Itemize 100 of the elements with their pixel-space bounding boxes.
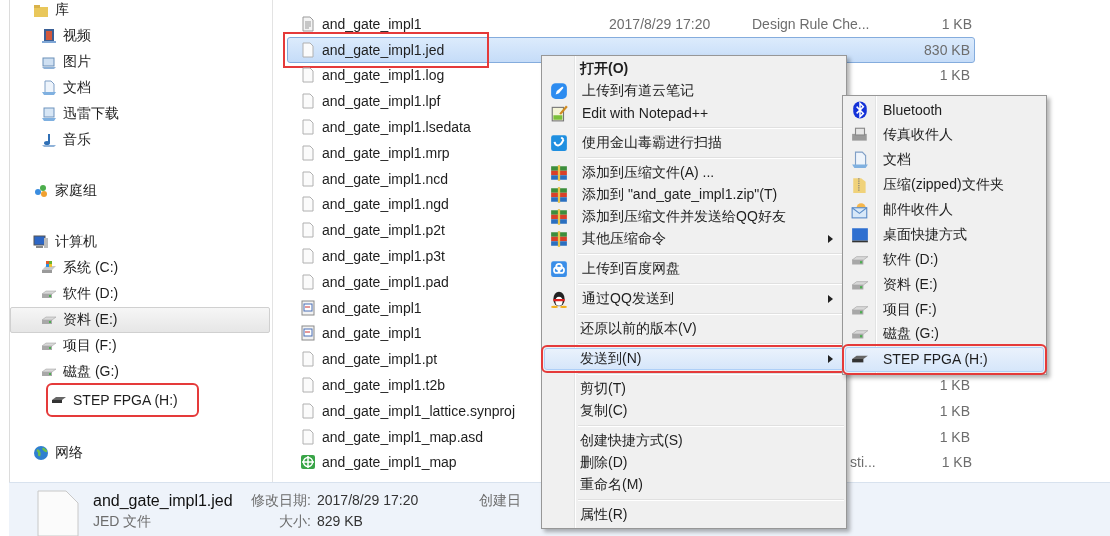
zip-folder-icon — [851, 176, 869, 195]
type-cell: sti... — [850, 454, 876, 471]
sidebar-item[interactable]: 库 — [10, 0, 270, 23]
menu-item[interactable]: 添加到压缩文件(A) ... — [544, 162, 844, 184]
menu-item[interactable]: 项目 (F:) — [845, 297, 1044, 322]
file-name[interactable]: and_gate_impl1 — [288, 15, 609, 32]
menu-item[interactable]: 复制(C) — [544, 400, 844, 422]
menu-item[interactable]: STEP FPGA (H:) — [845, 346, 1044, 372]
file-icon — [300, 273, 316, 290]
size-cell-text: 1 KB — [938, 428, 971, 445]
penguin-icon — [550, 290, 568, 308]
film-icon — [41, 28, 57, 44]
menu-item[interactable]: 桌面快捷方式 — [845, 222, 1044, 248]
target-icon — [300, 454, 316, 471]
document-icon — [851, 151, 869, 170]
sidebar-item[interactable]: 迅雷下载 — [10, 101, 270, 127]
field-label: 大小: — [279, 513, 311, 531]
file-icon — [300, 41, 316, 58]
picture-icon — [41, 54, 57, 70]
file-icon — [300, 402, 316, 419]
file-name: and_gate_impl1.jed — [93, 492, 234, 510]
size-cell-text: 1 KB — [940, 454, 973, 471]
file-icon — [300, 222, 316, 239]
menu-item[interactable]: Bluetooth — [845, 98, 1044, 123]
size-cell-text: 1 KB — [938, 67, 971, 84]
field-value: 2017/8/29 17:20 — [317, 492, 420, 510]
sidebar-item[interactable]: 计算机 — [10, 229, 270, 255]
size-cell-text: 1 KB — [938, 377, 971, 394]
menu-item[interactable]: 传真收件人 — [845, 122, 1044, 148]
cloud-icon — [550, 260, 568, 278]
file-name[interactable]: and_gate_impl1.jed — [286, 34, 486, 65]
file-icon — [300, 93, 316, 110]
sidebar-item[interactable]: STEP FPGA (H:) — [50, 387, 195, 413]
file-icon — [300, 351, 316, 368]
date-cell: 2017/8/29 17:20 — [609, 15, 711, 32]
file-icon — [300, 377, 316, 394]
menu-item[interactable]: 添加到压缩文件并发送给QQ好友 — [544, 206, 844, 228]
file-icon — [300, 119, 316, 136]
size-cell-text: 1 KB — [940, 15, 973, 32]
sidebar-item[interactable]: 视频 — [10, 23, 270, 49]
menu-item[interactable]: 添加到 "and_gate_impl1.zip"(T) — [544, 184, 844, 206]
sidebar-item[interactable]: 系统 (C:) — [10, 255, 270, 281]
file-icon — [300, 248, 316, 265]
drive-icon — [41, 260, 57, 276]
menu-item[interactable]: 邮件收件人 — [845, 197, 1044, 223]
file-icon — [300, 170, 316, 187]
books-icon — [550, 208, 568, 226]
computer-icon — [33, 234, 49, 250]
type-cell-text: Design Rule Che... — [752, 15, 871, 32]
menu-item[interactable]: 上传到百度网盘 — [544, 258, 844, 280]
menu-item[interactable]: 文档 — [845, 147, 1044, 173]
pencil-icon — [550, 82, 568, 100]
menu-item[interactable]: 重命名(M) — [544, 474, 844, 496]
form-icon — [300, 325, 316, 342]
sidebar-item[interactable]: 家庭组 — [10, 178, 270, 204]
sidebar-item[interactable]: 图片 — [10, 49, 270, 75]
menu-item[interactable]: 发送到(N) — [544, 348, 844, 370]
sidebar-item[interactable]: 网络 — [10, 440, 270, 466]
sidebar-item[interactable]: 磁盘 (G:) — [10, 359, 270, 385]
document-icon — [41, 80, 57, 96]
music-note-icon — [41, 132, 57, 148]
menu-item[interactable]: 剪切(T) — [544, 378, 844, 400]
menu-item[interactable]: 磁盘 (G:) — [845, 322, 1044, 347]
folder-icon — [33, 2, 49, 18]
file-type: JED 文件 — [93, 513, 153, 531]
notepad-icon — [550, 104, 568, 122]
menu-item[interactable]: 软件 (D:) — [845, 247, 1044, 273]
menu-item[interactable]: 创建快捷方式(S) — [544, 430, 844, 452]
sidebar-item[interactable]: 软件 (D:) — [10, 281, 270, 307]
file-icon — [300, 15, 316, 32]
books-icon — [550, 164, 568, 182]
menu-item[interactable]: 压缩(zipped)文件夹 — [845, 172, 1044, 198]
desktop-icon — [851, 225, 869, 244]
menu-item[interactable]: 上传到有道云笔记 — [544, 80, 844, 102]
field-label: 修改日期: — [251, 492, 311, 510]
menu-item[interactable]: 其他压缩命令 — [544, 228, 844, 250]
file-icon — [300, 428, 316, 445]
sidebar-item[interactable]: 资料 (E:) — [10, 307, 270, 333]
menu-item[interactable]: 属性(R) — [544, 504, 844, 526]
size-cell-text: 830 KB — [923, 41, 971, 58]
bluetooth-icon — [851, 101, 869, 120]
sidebar-item[interactable]: 项目 (F:) — [10, 333, 270, 359]
file-icon — [300, 196, 316, 213]
menu-item[interactable]: 资料 (E:) — [845, 272, 1044, 298]
form-icon — [300, 299, 316, 316]
sidebar-item[interactable]: 音乐 — [10, 127, 270, 153]
books-icon — [550, 186, 568, 204]
envelope-icon — [851, 201, 869, 219]
file-icon — [37, 490, 79, 536]
menu-item[interactable]: 通过QQ发送到 — [544, 288, 844, 310]
size-cell-text: 1 KB — [938, 402, 971, 419]
sidebar-item[interactable]: 文档 — [10, 75, 270, 101]
file-icon — [300, 67, 316, 84]
shield-icon — [550, 134, 568, 152]
menu-item[interactable]: 删除(D) — [544, 452, 844, 474]
menu-item[interactable]: 还原以前的版本(V) — [544, 318, 844, 340]
books-icon — [550, 230, 568, 248]
file-icon — [300, 144, 316, 161]
field-label: 创建日 — [479, 492, 522, 510]
globe-icon — [33, 445, 49, 461]
